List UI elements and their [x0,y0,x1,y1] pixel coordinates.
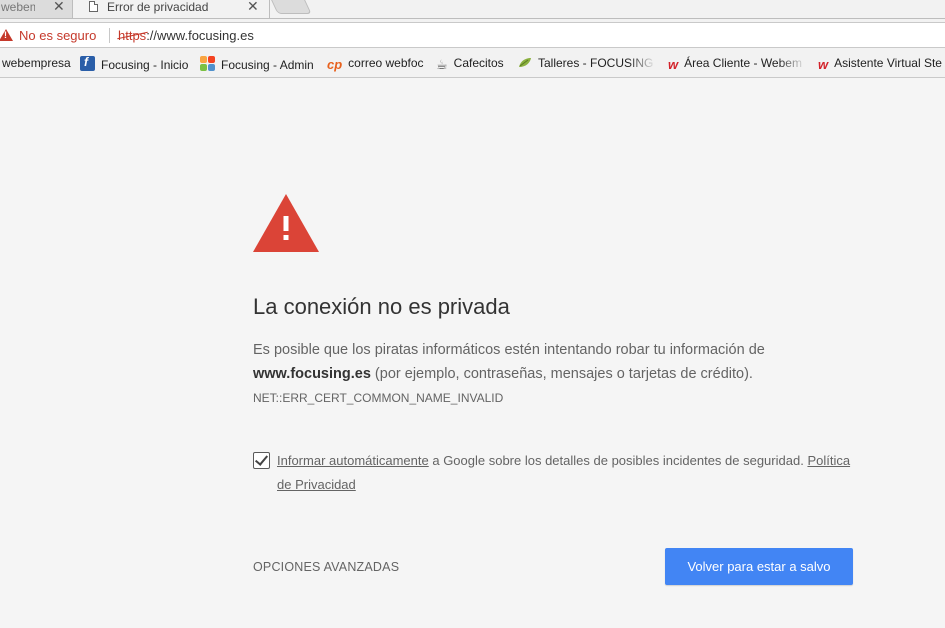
bookmark-cafecitos[interactable]: ☕ Cafecitos [436,56,504,73]
tab-privacy-error[interactable]: Error de privacidad ✕ [72,0,270,18]
tab-title: Error de privacidad [107,0,209,14]
bookmark-webempresa[interactable]: webempresa [2,56,71,70]
advanced-button[interactable]: OPCIONES AVANZADAS [253,560,399,574]
address-bar: No es seguro https://www.focusing.es [0,18,945,50]
page-title: La conexión no es privada [253,294,510,319]
bookmark-label: correo webfoc [348,56,424,70]
bookmark-label: Focusing - Admin [221,58,314,72]
explanation-text: Es posible que los piratas informáticos … [253,338,853,386]
bookmark-talleres[interactable]: Talleres - FOCUSING E [518,56,656,70]
bookmark-label: webempresa [2,56,71,70]
report-link[interactable]: Informar automáticamente [277,453,429,468]
webempresa-icon: w [668,57,679,72]
leaf-icon [518,57,532,69]
tab-webempresa[interactable]: webempresa ✕ [0,0,76,18]
warning-icon [253,194,319,252]
bookmark-correo[interactable]: cp correo webfoc [327,56,424,72]
close-icon[interactable]: ✕ [53,0,65,15]
omnibox[interactable]: No es seguro https://www.focusing.es [0,22,945,48]
url-text[interactable]: https://www.focusing.es [118,28,254,43]
report-description: a Google sobre los detalles de posibles … [428,453,808,468]
error-code[interactable]: NET::ERR_CERT_COMMON_NAME_INVALID [253,391,503,405]
report-text: Informar automáticamente a Google sobre … [277,449,857,497]
bookmark-label: Focusing - Inicio [101,58,189,72]
report-checkbox[interactable] [253,452,270,469]
bookmark-asistente[interactable]: w Asistente Virtual Ste [818,56,945,72]
bookmark-label: Asistente Virtual Ste [834,56,942,70]
host-name: www.focusing.es [253,366,371,382]
close-icon[interactable]: ✕ [247,0,259,15]
tab-strip: webempresa ✕ Error de privacidad ✕ [0,0,945,18]
bookmark-label: Área Cliente - Webem [684,56,802,70]
explanation-prefix: Es posible que los piratas informáticos … [253,342,765,358]
bookmark-focusing-admin[interactable]: Focusing - Admin [200,56,314,72]
omnibox-separator [109,28,110,43]
bookmark-label: Cafecitos [453,56,504,70]
joomla-icon [200,56,215,71]
page-icon [89,1,98,12]
url-host: ://www.focusing.es [146,28,254,43]
bookmark-area-cliente[interactable]: w Área Cliente - Webem [668,56,806,72]
interstitial-page: La conexión no es privada Es posible que… [0,79,945,628]
webempresa-icon: w [818,57,829,72]
bookmark-label: Talleres - FOCUSING E [538,56,656,70]
tab-title: webempresa [1,0,35,14]
cafe-icon: ☕ [436,57,448,72]
cpanel-icon: cp [327,57,343,72]
bookmarks-bar: webempresa Focusing - Inicio Focusing - … [0,50,945,78]
bookmark-focusing-inicio[interactable]: Focusing - Inicio [80,56,188,72]
warning-icon[interactable] [0,29,13,41]
new-tab-button[interactable] [268,0,312,14]
focusing-favicon-icon [80,56,95,71]
explanation-suffix: (por ejemplo, contraseñas, mensajes o ta… [370,366,753,382]
back-to-safety-button[interactable]: Volver para estar a salvo [665,548,853,585]
security-label[interactable]: No es seguro [19,28,96,43]
url-scheme: https [118,28,147,43]
